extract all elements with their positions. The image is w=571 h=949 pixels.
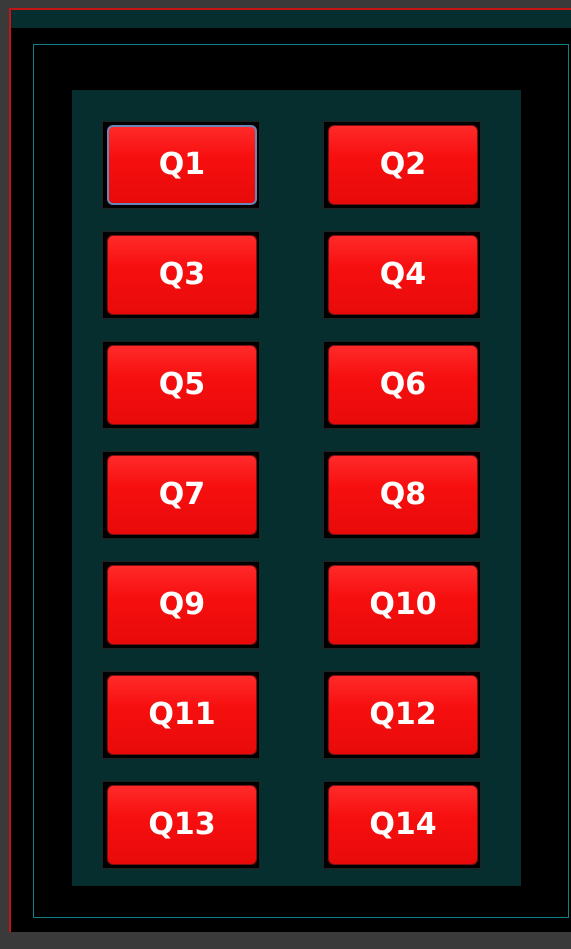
button-cell: Q1 [102,121,260,209]
q3-button[interactable]: Q3 [107,235,257,315]
q12-button[interactable]: Q12 [328,675,478,755]
button-cell: Q5 [102,341,260,429]
q14-button[interactable]: Q14 [328,785,478,865]
q2-button[interactable]: Q2 [328,125,478,205]
button-cell: Q12 [323,671,481,759]
q1-button[interactable]: Q1 [107,125,257,205]
button-cell: Q2 [323,121,481,209]
button-cell: Q14 [323,781,481,869]
q11-button[interactable]: Q11 [107,675,257,755]
button-grid-panel: Q1 Q2 Q3 Q4 Q5 Q6 Q7 Q8 Q9 Q10 Q11 Q12 Q… [72,90,521,886]
button-cell: Q4 [323,231,481,319]
button-cell: Q6 [323,341,481,429]
bottom-edge [11,932,571,949]
button-cell: Q9 [102,561,260,649]
q13-button[interactable]: Q13 [107,785,257,865]
q4-button[interactable]: Q4 [328,235,478,315]
q5-button[interactable]: Q5 [107,345,257,425]
q9-button[interactable]: Q9 [107,565,257,645]
button-cell: Q8 [323,451,481,539]
button-cell: Q3 [102,231,260,319]
q8-button[interactable]: Q8 [328,455,478,535]
button-cell: Q7 [102,451,260,539]
q10-button[interactable]: Q10 [328,565,478,645]
button-cell: Q11 [102,671,260,759]
q7-button[interactable]: Q7 [107,455,257,535]
button-cell: Q10 [323,561,481,649]
q6-button[interactable]: Q6 [328,345,478,425]
button-cell: Q13 [102,781,260,869]
